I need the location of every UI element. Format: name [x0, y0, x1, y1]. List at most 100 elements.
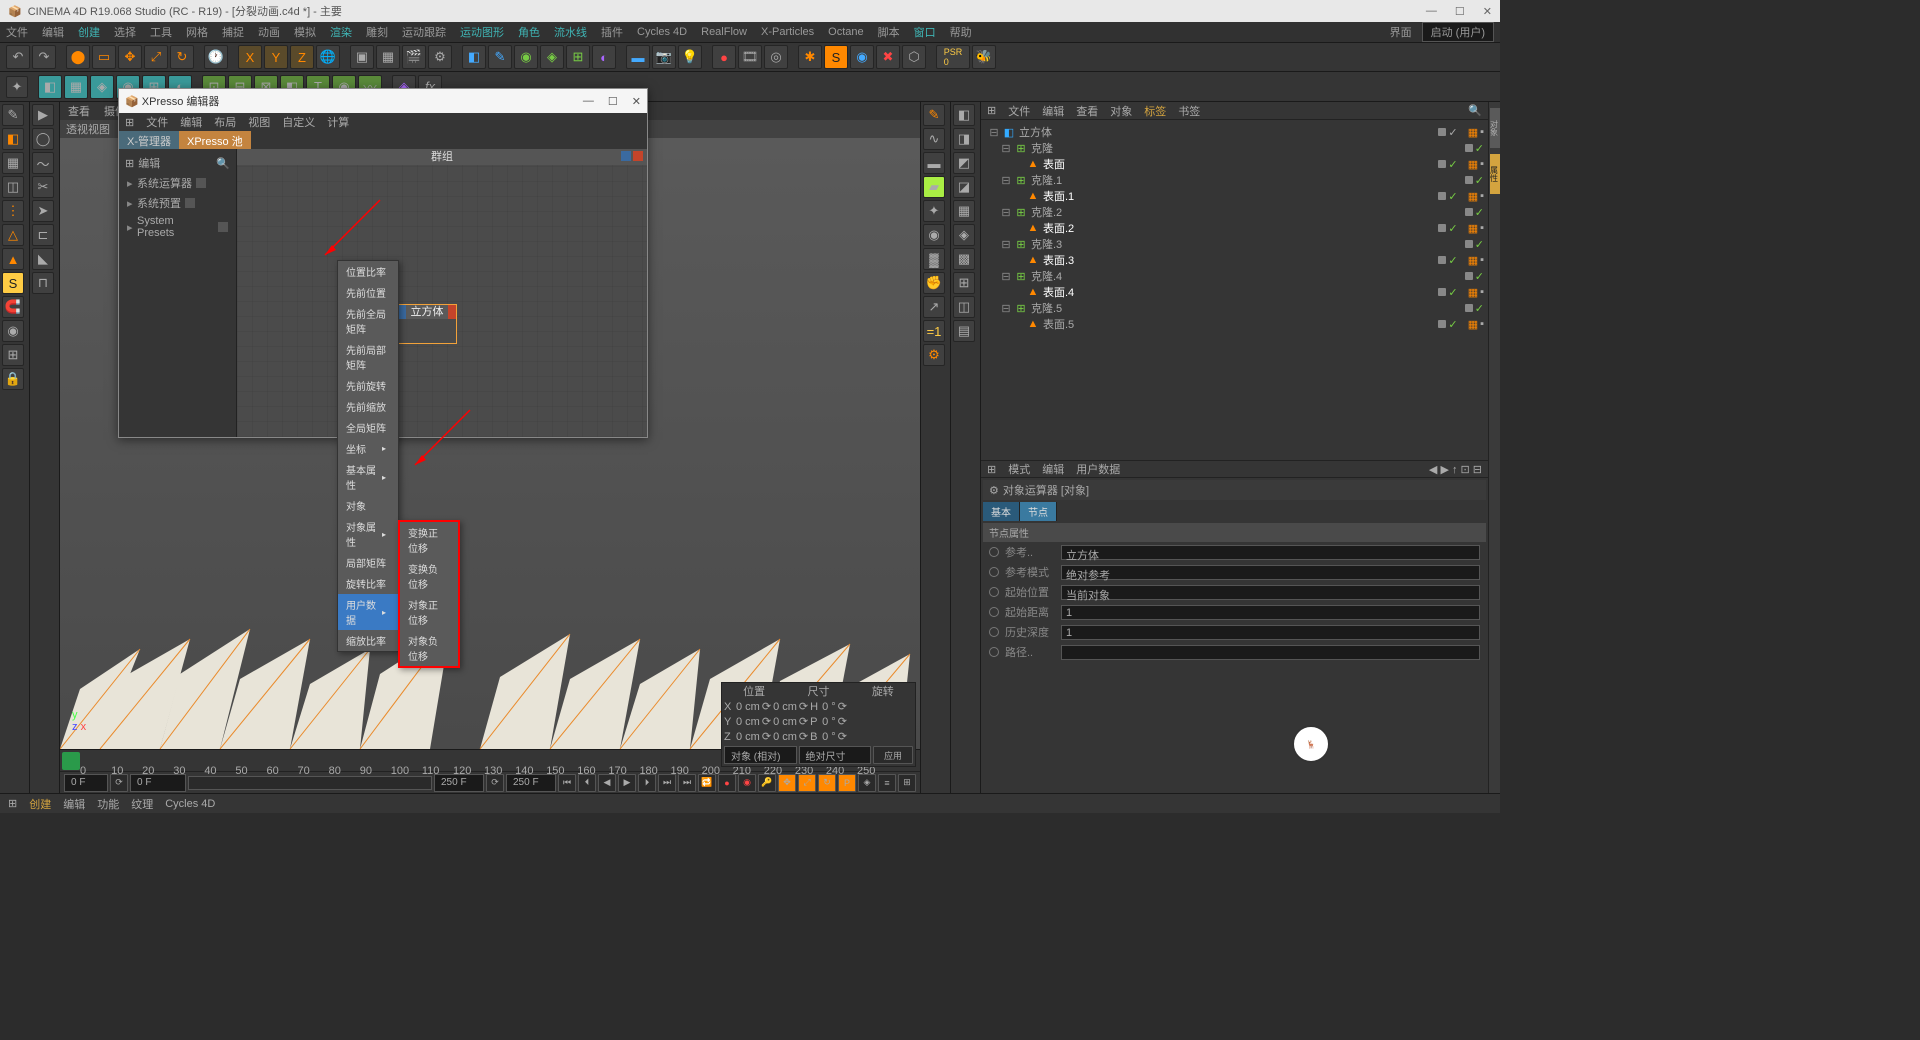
- light-icon[interactable]: 💡: [678, 45, 702, 69]
- attr-value-input[interactable]: 绝对参考: [1061, 565, 1480, 580]
- t2-1[interactable]: ◧: [38, 75, 62, 99]
- menu-xparticles[interactable]: X-Particles: [761, 26, 814, 38]
- menu-window[interactable]: 窗口: [914, 24, 936, 40]
- om-obj[interactable]: 对象: [1110, 103, 1132, 119]
- dope-sheet-icon[interactable]: ≡: [878, 774, 896, 792]
- ctx-item[interactable]: 坐标▸: [338, 438, 398, 459]
- coord-abs-mode[interactable]: 绝对尺寸: [799, 746, 872, 764]
- effector-icon[interactable]: ✱: [798, 45, 822, 69]
- bevel-icon[interactable]: ◣: [32, 248, 54, 270]
- menu-file[interactable]: 文件: [6, 24, 28, 40]
- tree-row[interactable]: ⊟⊞克隆.3✓: [985, 236, 1484, 252]
- ctx-item[interactable]: 全局矩阵: [338, 417, 398, 438]
- xp-max-icon[interactable]: ☐: [608, 95, 618, 108]
- radio-icon[interactable]: [989, 587, 999, 597]
- tree-row[interactable]: ▲表面✓ ▦▪: [985, 156, 1484, 172]
- lock-icon[interactable]: 🔒: [2, 368, 24, 390]
- rt-pinch-icon[interactable]: ✦: [923, 200, 945, 222]
- ctx-item[interactable]: 先前局部矩阵: [338, 339, 398, 375]
- menu-cycles[interactable]: Cycles 4D: [637, 26, 687, 38]
- psr-button[interactable]: PSR0: [936, 45, 970, 69]
- tree-row[interactable]: ⊟⊞克隆.4✓: [985, 268, 1484, 284]
- edge-mode-icon[interactable]: △: [2, 224, 24, 246]
- ctx-item[interactable]: 位置比率: [338, 261, 398, 282]
- tree-row[interactable]: ⊟⊞克隆.5✓: [985, 300, 1484, 316]
- rt2-9[interactable]: ◫: [953, 296, 975, 318]
- menu-anim[interactable]: 动画: [258, 24, 280, 40]
- menu-octane[interactable]: Octane: [828, 26, 863, 38]
- bb-create[interactable]: 创建: [29, 796, 51, 812]
- ctx-item[interactable]: 变换正位移: [400, 522, 458, 558]
- redo-button[interactable]: ↷: [32, 45, 56, 69]
- z-axis-button[interactable]: Z: [290, 45, 314, 69]
- xpresso-canvas[interactable]: 群组 立方体: [237, 149, 647, 437]
- vp-view[interactable]: 查看: [68, 103, 90, 119]
- attr-mode[interactable]: 模式: [1008, 461, 1030, 477]
- object-manager-tree[interactable]: ⊟◧立方体✓ ▦▪⊟⊞克隆✓▲表面✓ ▦▪⊟⊞克隆.1✓▲表面.1✓ ▦▪⊟⊞克…: [981, 120, 1488, 460]
- model-mode-icon[interactable]: ◧: [2, 128, 24, 150]
- rt-brush-icon[interactable]: ✎: [923, 104, 945, 126]
- array-icon[interactable]: ⊞: [566, 45, 590, 69]
- om-bm[interactable]: 书签: [1178, 103, 1200, 119]
- attr-edit[interactable]: 编辑: [1042, 461, 1064, 477]
- menu-tool[interactable]: 工具: [150, 24, 172, 40]
- attr-tab-node[interactable]: 节点: [1020, 502, 1057, 521]
- record-button[interactable]: ●: [712, 45, 736, 69]
- spline-tool-icon[interactable]: 〜: [32, 152, 54, 174]
- render-view-button[interactable]: ▣: [350, 45, 374, 69]
- coord-input[interactable]: 0 cm: [736, 731, 760, 743]
- ctx-item[interactable]: 用户数据▸: [338, 594, 398, 630]
- menu-edit[interactable]: 编辑: [42, 24, 64, 40]
- xp-tab-pool[interactable]: XPresso 池: [179, 131, 251, 149]
- knife-icon[interactable]: ✂: [32, 176, 54, 198]
- menu-select[interactable]: 选择: [114, 24, 136, 40]
- render-settings-button[interactable]: 🎬: [402, 45, 426, 69]
- menu-mograph[interactable]: 运动图形: [460, 24, 504, 40]
- menu-snap[interactable]: 捕捉: [222, 24, 244, 40]
- ctx-item[interactable]: 对象正位移: [400, 594, 458, 630]
- tree-row[interactable]: ▲表面.5✓ ▦▪: [985, 316, 1484, 332]
- coord-input[interactable]: 0 cm: [736, 716, 760, 728]
- radio-icon[interactable]: [989, 627, 999, 637]
- bb-func[interactable]: 功能: [97, 796, 119, 812]
- radio-icon[interactable]: [989, 567, 999, 577]
- render-region-button[interactable]: ▦: [376, 45, 400, 69]
- rt2-3[interactable]: ◩: [953, 152, 975, 174]
- tree-row[interactable]: ▲表面.3✓ ▦▪: [985, 252, 1484, 268]
- attr-user[interactable]: 用户数据: [1076, 461, 1120, 477]
- t2-2[interactable]: ▦: [64, 75, 88, 99]
- coord-input[interactable]: 0 cm: [736, 701, 760, 713]
- vstrip-1[interactable]: 对象: [1490, 108, 1500, 148]
- xp-min-icon[interactable]: —: [583, 95, 594, 108]
- om-view[interactable]: 查看: [1076, 103, 1098, 119]
- x-icon[interactable]: ✖: [876, 45, 900, 69]
- bridge-icon[interactable]: ⊓: [32, 272, 54, 294]
- menu-render[interactable]: 渲染: [330, 24, 352, 40]
- xp-edit-hdr[interactable]: 编辑: [138, 155, 160, 171]
- node-in-port[interactable]: [398, 305, 406, 319]
- menu-create[interactable]: 创建: [78, 24, 100, 40]
- ctx-item[interactable]: 基本属性▸: [338, 459, 398, 495]
- rotate-icon[interactable]: ↻: [170, 45, 194, 69]
- radio-icon[interactable]: [989, 547, 999, 557]
- menu-pipe[interactable]: 流水线: [554, 24, 587, 40]
- xp-side-2[interactable]: ▸系统预置: [123, 193, 232, 213]
- camera-icon[interactable]: 📷: [652, 45, 676, 69]
- om-file[interactable]: 文件: [1008, 103, 1030, 119]
- tree-row[interactable]: ⊟⊞克隆✓: [985, 140, 1484, 156]
- menu-script[interactable]: 脚本: [878, 24, 900, 40]
- t2-3[interactable]: ◈: [90, 75, 114, 99]
- xp-edit[interactable]: 编辑: [180, 114, 202, 130]
- ctx-item[interactable]: 先前缩放: [338, 396, 398, 417]
- octane-icon[interactable]: ⬡: [902, 45, 926, 69]
- ctx-item[interactable]: 旋转比率: [338, 573, 398, 594]
- point-mode-icon[interactable]: ⋮: [2, 200, 24, 222]
- vstrip-2[interactable]: 属性: [1490, 154, 1500, 194]
- spline-icon[interactable]: ◉: [514, 45, 538, 69]
- attr-tab-basic[interactable]: 基本: [983, 502, 1020, 521]
- rt2-7[interactable]: ▩: [953, 248, 975, 270]
- axis-mode-icon[interactable]: S: [2, 272, 24, 294]
- extrude-icon[interactable]: ⊏: [32, 224, 54, 246]
- rt-flat-icon[interactable]: ▬: [923, 152, 945, 174]
- ctx-item[interactable]: 对象负位移: [400, 630, 458, 666]
